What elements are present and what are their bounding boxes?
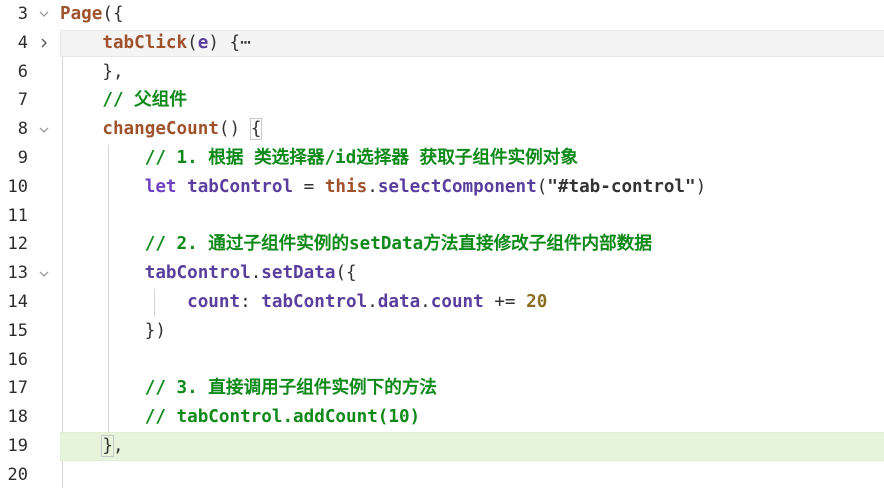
line-number: 8 [17,119,28,140]
code-line[interactable]: 10 let tabControl = this.selectComponent… [0,173,884,202]
line-number: 6 [17,61,28,82]
code-text: let tabControl = this.selectComponent("#… [144,176,707,197]
code-text: }, [101,435,124,457]
code-text: // 父组件 [102,90,187,111]
code-text: count: tabControl.data.count += 20 [187,292,548,312]
code-line[interactable]: 8 changeCount() { [0,115,884,144]
line-number: 7 [17,90,28,111]
line-number: 17 [7,378,28,399]
code-text: tabControl.setData({ [144,263,357,284]
code-line[interactable]: 3 Page({ [0,0,884,29]
code-line[interactable]: 17 // 3. 直接调用子组件实例下的方法 [0,374,884,403]
line-number: 10 [7,176,28,197]
line-number: 12 [7,234,28,255]
code-text: // 1. 根据 类选择器/id选择器 获取子组件实例对象 [144,148,578,168]
line-number: 20 [7,464,28,485]
line-number: 14 [7,292,28,312]
fold-ellipsis[interactable]: ⋯ [240,33,251,53]
line-number: 18 [7,407,28,428]
code-line[interactable]: 13 tabControl.setData({ [0,259,884,288]
code-line[interactable]: 7 // 父组件 [0,86,884,115]
matched-brace: { [249,118,263,141]
current-line-highlight [60,432,884,461]
code-line[interactable]: 14 count: tabControl.data.count += 20 [0,288,884,317]
line-number: 3 [17,4,28,24]
code-text: Page({ [60,4,124,24]
code-line[interactable]: 16 [0,346,884,375]
code-text: }) [144,320,166,341]
line-number: 16 [7,349,28,370]
code-line[interactable]: 20 [0,461,884,490]
code-text: changeCount() { [102,118,263,141]
code-text: // 2. 通过子组件实例的setData方法直接修改子组件内部数据 [144,234,652,255]
line-number: 15 [7,320,28,341]
code-text: // 3. 直接调用子组件实例下的方法 [144,378,438,399]
line-number: 4 [17,32,28,53]
code-text: }, [102,61,124,82]
chevron-right-icon[interactable] [37,29,51,58]
code-line[interactable]: 15 }) [0,317,884,346]
code-line[interactable]: 6 }, [0,58,884,87]
chevron-down-icon[interactable] [37,0,51,29]
line-number: 19 [7,436,28,456]
code-line-folded[interactable]: 4 tabClick(e) {⋯ [0,29,884,58]
code-text: // tabControl.addCount(10) [144,407,421,428]
line-number: 13 [7,263,28,284]
chevron-down-icon[interactable] [37,115,51,144]
code-line[interactable]: 12 // 2. 通过子组件实例的setData方法直接修改子组件内部数据 [0,230,884,259]
matched-brace: } [101,435,114,457]
code-line[interactable]: 11 [0,202,884,231]
code-line[interactable]: 9 // 1. 根据 类选择器/id选择器 获取子组件实例对象 [0,144,884,173]
chevron-down-icon[interactable] [37,259,51,288]
code-line[interactable]: 18 // tabControl.addCount(10) [0,403,884,432]
line-number: 9 [17,148,28,168]
code-text: tabClick(e) {⋯ [102,32,251,53]
line-number: 11 [7,205,28,226]
code-line-current[interactable]: 19 }, [0,432,884,461]
code-editor[interactable]: 3 Page({ 4 tabClick(e) {⋯ 6 }, 7 // 父组件 … [0,0,884,488]
